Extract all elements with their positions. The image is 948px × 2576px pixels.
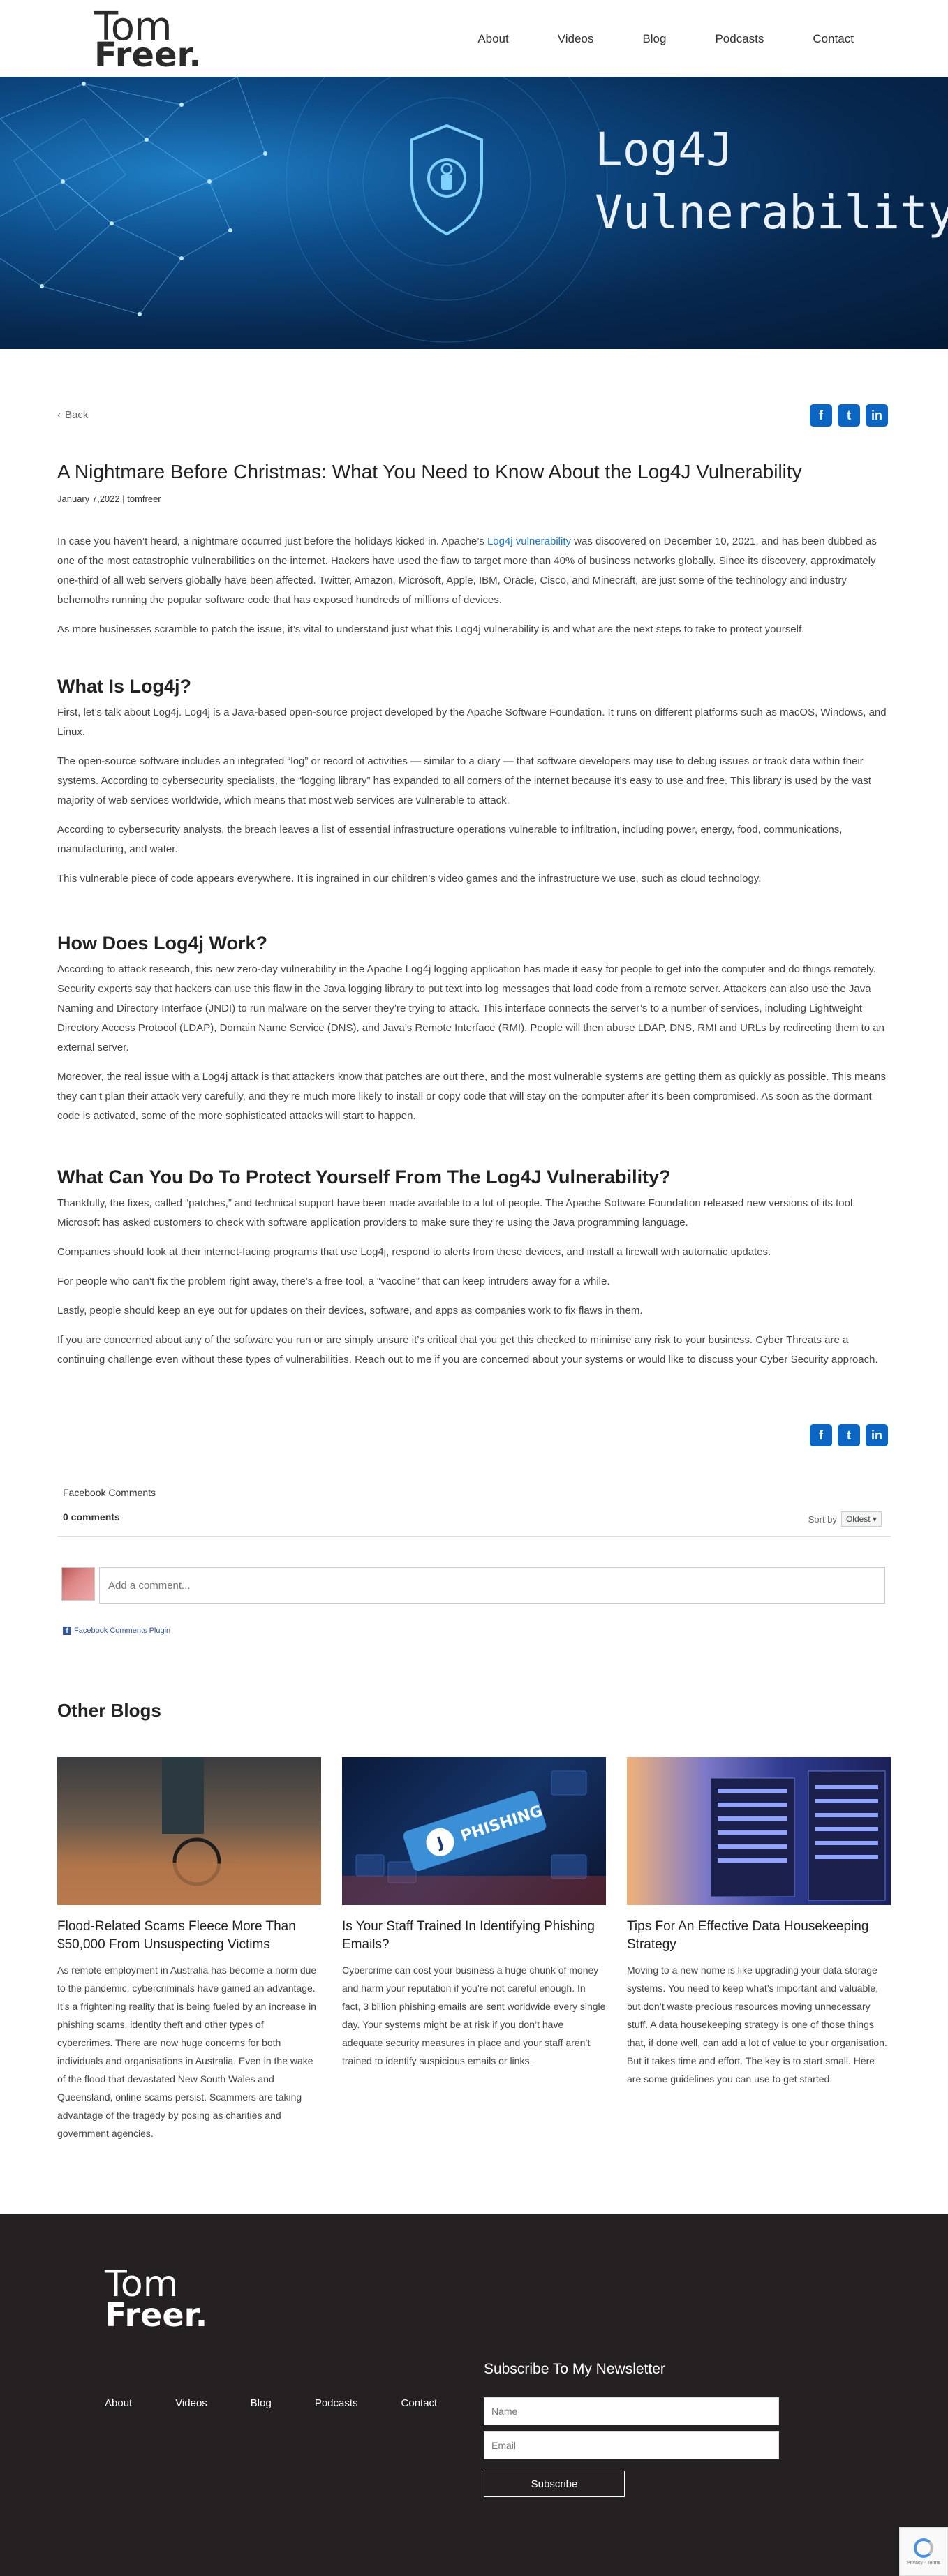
blog-card-image[interactable]: J PHISHING (342, 1757, 606, 1905)
nav-about[interactable]: About (477, 32, 508, 46)
nav-blog[interactable]: Blog (642, 32, 666, 46)
logo-line2: Freer. (94, 36, 202, 75)
sort-label: Sort by (808, 1513, 837, 1525)
blog-card-title[interactable]: Flood-Related Scams Fleece More Than $50… (57, 1918, 321, 1954)
recaptcha-badge[interactable]: Privacy - Terms (899, 2527, 948, 2576)
section-how: How Does Log4j Work? According to attack… (57, 933, 891, 1126)
facebook-icon: f (63, 1627, 71, 1635)
newsletter-name-field[interactable] (484, 2397, 779, 2425)
footer-logo[interactable]: Tom Freer. (105, 2266, 208, 2334)
blog-card-excerpt: Cybercrime can cost your business a huge… (342, 1964, 606, 2066)
footer-nav-blog[interactable]: Blog (251, 2397, 272, 2409)
what-paragraph-3: According to cybersecurity analysts, the… (57, 824, 843, 855)
article-intro: In case you haven’t heard, a nightmare o… (57, 532, 891, 639)
chevron-down-icon: ▾ (872, 1514, 877, 1524)
plugin-label: Facebook Comments Plugin (74, 1627, 171, 1635)
back-label: Back (65, 409, 89, 421)
nav-podcasts[interactable]: Podcasts (715, 32, 764, 46)
section-what: What Is Log4j? First, let’s talk about L… (57, 676, 891, 889)
footer-nav-about[interactable]: About (105, 2397, 132, 2409)
what-paragraph-2: The open-source software includes an int… (57, 755, 871, 806)
blog-card-image[interactable] (627, 1757, 891, 1905)
what-paragraph-1: First, let’s talk about Log4j. Log4j is … (57, 706, 887, 738)
other-blogs-title: Other Blogs (57, 1700, 161, 1721)
newsletter-title: Subscribe To My Newsletter (484, 2361, 665, 2377)
facebook-share-icon[interactable]: f (810, 1424, 832, 1446)
protect-paragraph-3: For people who can’t fix the problem rig… (57, 1275, 610, 1287)
facebook-comments-plugin-link[interactable]: f Facebook Comments Plugin (63, 1627, 170, 1635)
comments-sort: Sort by Oldest ▾ (808, 1511, 882, 1527)
comments-title: Facebook Comments (63, 1487, 156, 1498)
article-meta: January 7,2022 | tomfreer (57, 494, 161, 504)
hero-title-line1: Log4J (595, 123, 734, 177)
main-nav: About Videos Blog Podcasts Contact (429, 32, 854, 46)
section-protect: What Can You Do To Protect Yourself From… (57, 1167, 891, 1370)
site-footer: Tom Freer. About Videos Blog Podcasts Co… (0, 2214, 948, 2576)
footer-nav-contact[interactable]: Contact (401, 2397, 438, 2409)
hero-banner: Log4J Vulnerability (0, 77, 948, 349)
back-link[interactable]: ‹ Back (57, 409, 88, 421)
recaptcha-icon (914, 2538, 933, 2558)
comments-divider (57, 1536, 891, 1537)
hero-title: Log4J Vulnerability (595, 119, 948, 245)
share-buttons-bottom: f t in (810, 1424, 888, 1446)
protect-paragraph-5: If you are concerned about any of the so… (57, 1334, 878, 1365)
shield-lock-icon (410, 124, 483, 236)
blog-card-title[interactable]: Tips For An Effective Data Housekeeping … (627, 1918, 891, 1954)
comments-count: 0 comments (63, 1511, 120, 1523)
recaptcha-text: Privacy - Terms (906, 2560, 941, 2566)
blog-card-excerpt: As remote employment in Australia has be… (57, 1964, 317, 2139)
sort-value: Oldest (845, 1514, 871, 1524)
how-paragraph-1: According to attack research, this new z… (57, 963, 884, 1053)
blog-card[interactable]: J PHISHING Is Your Staff Trained In Iden… (342, 1757, 606, 2070)
log4j-vulnerability-link[interactable]: Log4j vulnerability (487, 535, 571, 547)
blog-card[interactable]: Tips For An Effective Data Housekeeping … (627, 1757, 891, 2088)
avatar (61, 1567, 95, 1601)
blog-card-image[interactable] (57, 1757, 321, 1905)
footer-logo-line2: Freer. (105, 2295, 208, 2334)
article-title: A Nightmare Before Christmas: What You N… (57, 461, 802, 482)
sort-select[interactable]: Oldest ▾ (840, 1511, 882, 1527)
protect-paragraph-2: Companies should look at their internet-… (57, 1246, 771, 1258)
footer-nav: About Videos Blog Podcasts Contact (105, 2397, 480, 2409)
linkedin-share-icon[interactable]: in (866, 404, 888, 427)
nav-videos[interactable]: Videos (558, 32, 594, 46)
twitter-share-icon[interactable]: t (838, 404, 860, 427)
intro-text-a: In case you haven’t heard, a nightmare o… (57, 535, 487, 547)
heading-protect: What Can You Do To Protect Yourself From… (57, 1167, 671, 1187)
chevron-left-icon: ‹ (57, 409, 61, 421)
protect-paragraph-1: Thankfully, the fixes, called “patches,”… (57, 1197, 856, 1229)
blog-card-title[interactable]: Is Your Staff Trained In Identifying Phi… (342, 1918, 606, 1954)
heading-how: How Does Log4j Work? (57, 933, 268, 954)
hero-title-line2: Vulnerability (595, 186, 948, 240)
footer-nav-podcasts[interactable]: Podcasts (315, 2397, 358, 2409)
footer-nav-videos[interactable]: Videos (175, 2397, 207, 2409)
protect-paragraph-4: Lastly, people should keep an eye out fo… (57, 1305, 643, 1317)
comment-input[interactable] (99, 1567, 885, 1604)
heading-what: What Is Log4j? (57, 676, 191, 697)
nav-contact[interactable]: Contact (813, 32, 854, 46)
intro-paragraph-2: As more businesses scramble to patch the… (57, 623, 805, 635)
blog-card-excerpt: Moving to a new home is like upgrading y… (627, 1964, 887, 2085)
subscribe-button[interactable]: Subscribe (484, 2471, 625, 2497)
intro-paragraph-1: In case you haven’t heard, a nightmare o… (57, 532, 891, 610)
blog-card[interactable]: Flood-Related Scams Fleece More Than $50… (57, 1757, 321, 2142)
share-buttons-top: f t in (810, 404, 888, 427)
newsletter-email-field[interactable] (484, 2431, 779, 2459)
what-paragraph-4: This vulnerable piece of code appears ev… (57, 873, 762, 884)
site-header: Tom Freer. About Videos Blog Podcasts Co… (0, 0, 948, 77)
facebook-share-icon[interactable]: f (810, 404, 832, 427)
twitter-share-icon[interactable]: t (838, 1424, 860, 1446)
how-paragraph-2: Moreover, the real issue with a Log4j at… (57, 1071, 886, 1122)
site-logo[interactable]: Tom Freer. (94, 7, 202, 75)
linkedin-share-icon[interactable]: in (866, 1424, 888, 1446)
